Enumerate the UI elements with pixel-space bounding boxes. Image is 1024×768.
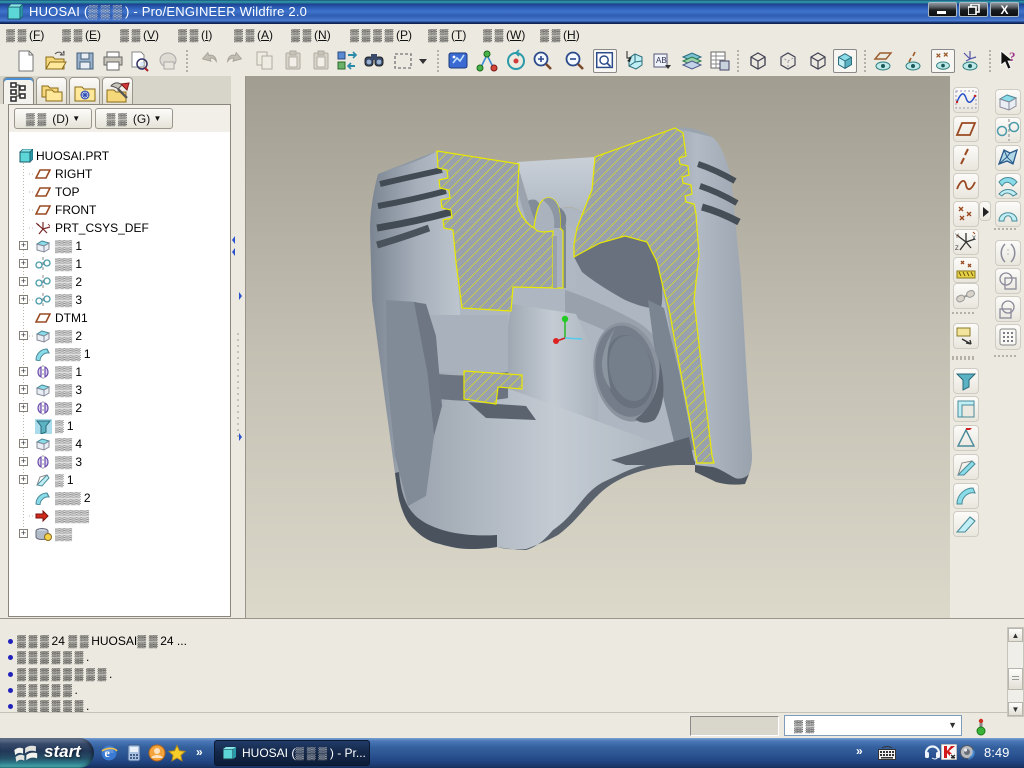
svg-text:Y: Y bbox=[955, 234, 959, 240]
svg-text:AB: AB bbox=[656, 56, 667, 65]
svg-text:?: ? bbox=[1009, 49, 1016, 64]
svg-text:Z: Z bbox=[955, 246, 959, 252]
svg-text:X: X bbox=[972, 236, 976, 242]
